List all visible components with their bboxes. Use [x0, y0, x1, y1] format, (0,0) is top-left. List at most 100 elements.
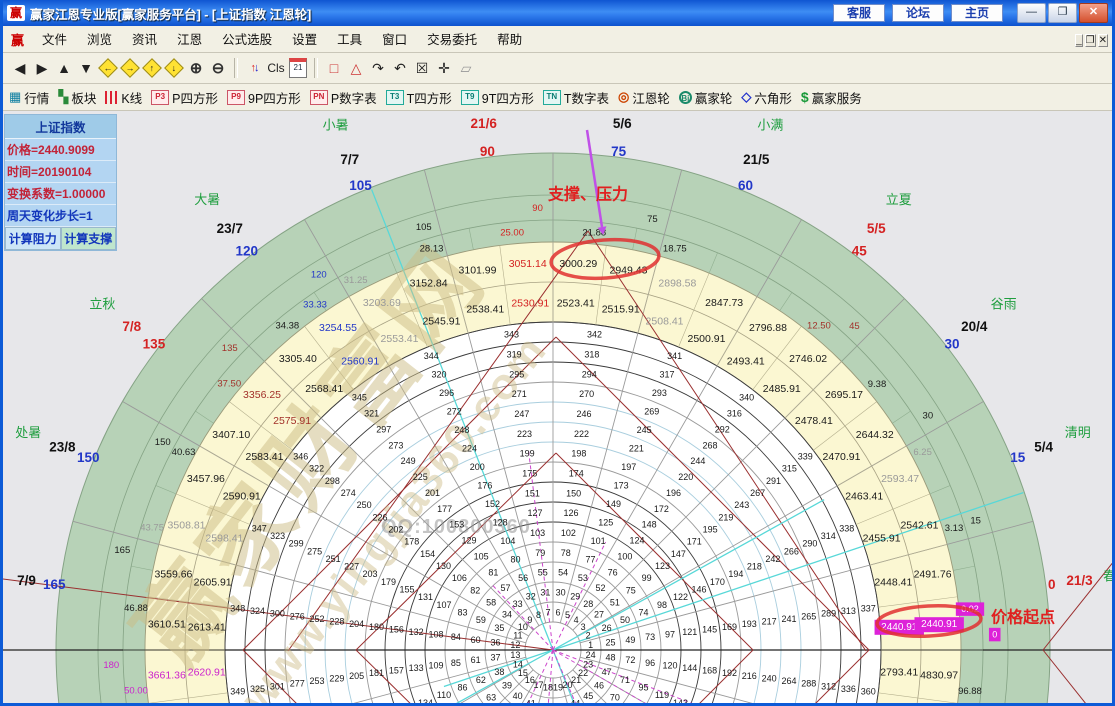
main-toolbar: ◀▶▲▼←→↑↓⊕⊖↑↓Cls21□△↷↶☒✛▱	[3, 53, 1112, 84]
triangle-tool-icon[interactable]: △	[345, 58, 367, 79]
time-updown-icon[interactable]: ↑↓	[243, 58, 265, 79]
inner-price-label: 2448.41	[874, 576, 912, 588]
wheel-number: 217	[762, 617, 777, 627]
t-square-button[interactable]: T3T四方形	[386, 88, 452, 107]
wheel-number: 269	[644, 407, 659, 417]
wheel-number: 248	[454, 425, 469, 435]
screen-tool-icon[interactable]: ▱	[455, 58, 477, 79]
grid-icon: ▦	[9, 89, 21, 105]
p9-square-button[interactable]: P99P四方形	[227, 88, 301, 107]
outer-price-label: 2695.17	[825, 389, 863, 401]
mdi-minimize-button[interactable]: _	[1075, 34, 1083, 47]
diamond-left-icon[interactable]: ←	[97, 58, 119, 79]
zoom-out-icon[interactable]: ⊖	[207, 58, 229, 79]
menu-item-公式选股[interactable]: 公式选股	[212, 30, 282, 50]
solar-term-label: 春分	[1103, 568, 1115, 583]
gann-wheel-canvas[interactable]: 赢家财富网www.yingjia360.comQQ:10080036012345…	[3, 111, 1115, 706]
instrument-panel: 上证指数 价格=2440.9099时间=20190104变换系数=1.00000…	[4, 114, 117, 251]
wheel-number: 340	[739, 393, 754, 403]
wheel-number: 75	[626, 585, 636, 595]
gann-wheel-button[interactable]: ◎江恩轮	[618, 88, 670, 107]
mdi-close-button[interactable]: ✕	[1098, 34, 1108, 47]
menu-item-浏览[interactable]: 浏览	[77, 30, 122, 50]
sectors-button[interactable]: ▚板块	[58, 88, 96, 107]
winner-service-button[interactable]: $赢家服务	[801, 88, 862, 107]
kline-button[interactable]: K线	[105, 88, 142, 107]
rotate-cw-icon[interactable]: ↷	[367, 58, 389, 79]
gann-wheel-chart-area[interactable]: 赢家财富网www.yingjia360.comQQ:10080036012345…	[3, 111, 1115, 706]
back-arrow-icon[interactable]: ◀	[9, 58, 31, 79]
wheel-number: 24	[586, 650, 596, 660]
titlebar-button-客服[interactable]: 客服	[833, 4, 885, 22]
wheel-number: 241	[781, 614, 796, 624]
menu-item-帮助[interactable]: 帮助	[487, 30, 532, 50]
t-number-table-button[interactable]: TNT数字表	[543, 88, 609, 107]
solar-term-label: 立夏	[886, 192, 912, 207]
diamond-right-icon[interactable]: →	[119, 58, 141, 79]
minimize-button[interactable]: —	[1017, 3, 1046, 23]
wheel-number: 103	[530, 528, 545, 538]
wheel-number: 34	[502, 610, 512, 620]
wheel-number: 252	[310, 614, 325, 624]
forward-arrow-icon[interactable]: ▶	[31, 58, 53, 79]
wheel-number: 270	[579, 389, 594, 399]
wheel-number: 4	[574, 615, 579, 625]
menu-item-交易委托[interactable]: 交易委托	[417, 30, 487, 50]
green-degree-label: 150	[155, 437, 171, 448]
menu-item-文件[interactable]: 文件	[32, 30, 77, 50]
wheel-number: 317	[660, 370, 675, 380]
winner-wheel-button[interactable]: Bi赢家轮	[679, 88, 733, 107]
menu-item-设置[interactable]: 设置	[282, 30, 327, 50]
center-cross-icon[interactable]: ✛	[433, 58, 455, 79]
p-square-button[interactable]: P3P四方形	[151, 88, 218, 107]
diamond-up-icon[interactable]: ↑	[141, 58, 163, 79]
quotes-button[interactable]: ▦行情	[9, 88, 49, 107]
down-arrow-icon[interactable]: ▼	[75, 58, 97, 79]
wheel-number: 251	[326, 554, 341, 564]
menu-bar: 赢 文件浏览资讯江恩公式选股设置工具窗口交易委托帮助 _❐✕	[3, 26, 1112, 53]
menu-item-工具[interactable]: 工具	[327, 30, 372, 50]
diamond-down-icon[interactable]: ↓	[163, 58, 185, 79]
hexagon-button[interactable]: ◇六角形	[741, 88, 792, 107]
cls-button[interactable]: Cls	[265, 58, 287, 79]
wheel-number: 345	[352, 393, 367, 403]
menu-item-资讯[interactable]: 资讯	[122, 30, 167, 50]
green-pct-label: 12.50	[807, 321, 831, 332]
wheel-number: 2	[586, 630, 591, 640]
mdi-restore-button[interactable]: ❐	[1085, 34, 1096, 47]
green-degree-label: 165	[114, 545, 130, 556]
wheel-number: 192	[722, 668, 737, 678]
rotate-ccw-icon[interactable]: ↶	[389, 58, 411, 79]
p9-icon: P9	[227, 90, 245, 105]
t9-square-button[interactable]: T99T四方形	[461, 88, 534, 107]
square-tool-icon[interactable]: □	[323, 58, 345, 79]
date-label: 5/4	[1034, 439, 1053, 454]
wheel-number: 108	[428, 630, 443, 640]
wheel-number: 240	[762, 673, 777, 683]
menu-item-江恩[interactable]: 江恩	[167, 30, 212, 50]
calendar-icon[interactable]: 21	[287, 58, 309, 79]
wheel-number: 81	[488, 567, 498, 577]
calc-resistance-button[interactable]: 计算阻力	[5, 227, 61, 250]
zoom-in-icon[interactable]: ⊕	[185, 58, 207, 79]
wheel-number: 106	[452, 573, 467, 583]
menu-item-窗口[interactable]: 窗口	[372, 30, 417, 50]
titlebar-button-论坛[interactable]: 论坛	[892, 4, 944, 22]
restore-button[interactable]: ❐	[1048, 3, 1077, 23]
box-x-icon[interactable]: ☒	[411, 58, 433, 79]
wheel-number: 100	[617, 551, 632, 561]
wheel-number: 301	[270, 681, 285, 691]
wheel-number: 132	[409, 627, 424, 637]
wheel-number: 343	[504, 330, 519, 340]
t9-icon: T9	[461, 90, 479, 105]
wheel-number: 264	[781, 676, 796, 686]
up-arrow-icon[interactable]: ▲	[53, 58, 75, 79]
date-label: 21/5	[743, 152, 770, 167]
titlebar-button-主页[interactable]: 主页	[951, 4, 1003, 22]
calc-support-button[interactable]: 计算支撑	[61, 227, 117, 250]
wheel-number: 299	[289, 539, 304, 549]
p-number-table-button[interactable]: PNP数字表	[310, 88, 377, 107]
wheel-number: 318	[584, 350, 599, 360]
close-button[interactable]: ✕	[1079, 3, 1108, 23]
wheel-number: 123	[655, 561, 670, 571]
